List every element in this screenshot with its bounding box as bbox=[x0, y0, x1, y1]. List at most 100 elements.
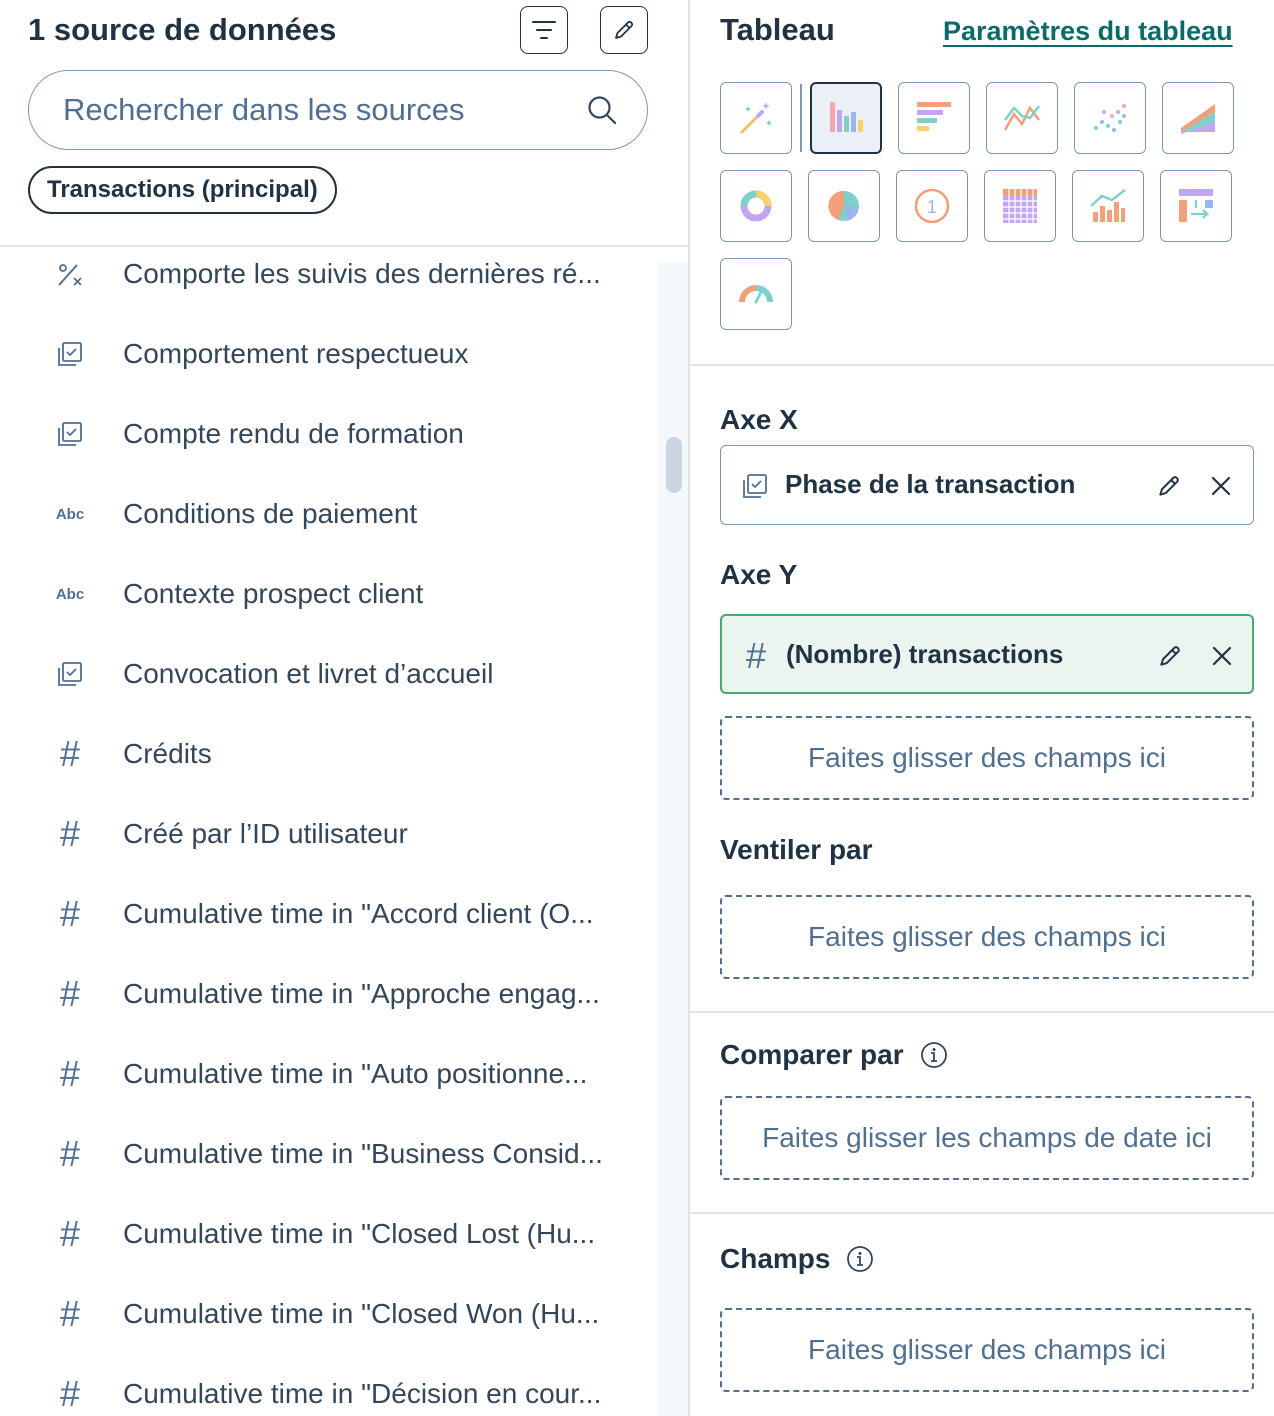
text-icon: Abc bbox=[55, 585, 85, 603]
close-icon[interactable] bbox=[1206, 640, 1238, 672]
close-icon[interactable] bbox=[1205, 470, 1237, 502]
field-label: Cumulative time in "Closed Won (Hu... bbox=[123, 1298, 600, 1329]
list-item[interactable]: # Cumulative time in "Business Consid... bbox=[0, 1114, 658, 1194]
field-label: Créé par l’ID utilisateur bbox=[123, 818, 408, 849]
field-label: Contexte prospect client bbox=[123, 578, 424, 609]
scrollbar-thumb[interactable] bbox=[666, 437, 682, 493]
list-item[interactable]: Comporte les suivis des dernières ré... bbox=[0, 247, 658, 314]
field-label: Cumulative time in "Accord client (O... bbox=[123, 898, 594, 929]
chart-type-donut-button[interactable] bbox=[720, 170, 792, 242]
pencil-icon bbox=[615, 20, 634, 39]
text-icon: Abc bbox=[55, 505, 85, 523]
list-item[interactable]: # Cumulative time in "Décision en cour..… bbox=[0, 1354, 658, 1416]
list-item[interactable]: # Crédits bbox=[0, 714, 658, 794]
list-item[interactable]: Compte rendu de formation bbox=[0, 394, 658, 474]
sankey-chart-icon bbox=[1179, 189, 1213, 222]
y-axis-field-pill[interactable]: # (Nombre) transactions bbox=[720, 614, 1254, 694]
info-icon[interactable] bbox=[920, 1041, 948, 1069]
field-label: Comporte les suivis des dernières ré... bbox=[123, 258, 601, 289]
chart-config-panel: Tableau Paramètres du tableau 1 Axe X Ph… bbox=[690, 0, 1274, 1416]
selection-separator bbox=[800, 84, 802, 152]
x-axis-field-pill[interactable]: Phase de la transaction bbox=[720, 445, 1254, 525]
y-axis-label: Axe Y bbox=[720, 559, 798, 590]
filter-icon bbox=[532, 21, 556, 39]
field-label: Cumulative time in "Auto positionne... bbox=[123, 1058, 588, 1089]
chart-type-combo-button[interactable] bbox=[1072, 170, 1144, 242]
list-item[interactable]: # Cumulative time in "Auto positionne... bbox=[0, 1034, 658, 1114]
y-axis-drop-zone[interactable]: Faites glisser des champs ici bbox=[720, 716, 1254, 800]
field-label: Convocation et livret d’accueil bbox=[123, 658, 494, 689]
chart-type-scatter-button[interactable] bbox=[1074, 82, 1146, 154]
compare-drop-zone[interactable]: Faites glisser les champs de date ici bbox=[720, 1096, 1254, 1180]
svg-text:1: 1 bbox=[927, 197, 937, 217]
list-item[interactable]: Comportement respectueux bbox=[0, 314, 658, 394]
compare-section-header: Comparer par bbox=[720, 1039, 948, 1071]
number-icon: # bbox=[59, 1293, 81, 1334]
checkbox-icon bbox=[50, 414, 90, 454]
field-label: Compte rendu de formation bbox=[123, 418, 464, 449]
breakdown-drop-zone[interactable]: Faites glisser des champs ici bbox=[720, 895, 1254, 979]
field-label: Cumulative time in "Business Consid... bbox=[123, 1138, 603, 1169]
field-label: Comportement respectueux bbox=[123, 338, 469, 369]
list-item[interactable]: Abc Conditions de paiement bbox=[0, 474, 658, 554]
percent-icon bbox=[50, 254, 90, 294]
chart-settings-link[interactable]: Paramètres du tableau bbox=[943, 16, 1233, 47]
number-icon: # bbox=[745, 635, 767, 676]
edit-sources-button[interactable] bbox=[600, 6, 648, 54]
list-item[interactable]: # Cumulative time in "Closed Lost (Hu... bbox=[0, 1194, 658, 1274]
fields-drop-zone[interactable]: Faites glisser des champs ici bbox=[720, 1308, 1254, 1392]
x-axis-label: Axe X bbox=[720, 404, 798, 435]
panel-title: 1 source de données bbox=[28, 12, 337, 47]
compare-label: Comparer par bbox=[720, 1039, 904, 1070]
divider bbox=[690, 364, 1274, 366]
chart-type-horizontal-bar-button[interactable] bbox=[898, 82, 970, 154]
info-icon[interactable] bbox=[846, 1245, 874, 1273]
chart-type-gauge-button[interactable] bbox=[720, 258, 792, 330]
field-list: Comporte les suivis des dernières ré... … bbox=[0, 247, 658, 1416]
source-tag[interactable]: Transactions (principal) bbox=[28, 166, 337, 214]
number-icon: # bbox=[59, 813, 81, 854]
chart-type-line-button[interactable] bbox=[986, 82, 1058, 154]
list-item[interactable]: # Créé par l’ID utilisateur bbox=[0, 794, 658, 874]
chart-type-area-button[interactable] bbox=[1162, 82, 1234, 154]
list-item[interactable]: Abc Contexte prospect client bbox=[0, 554, 658, 634]
chart-type-kpi-button[interactable]: 1 bbox=[896, 170, 968, 242]
chart-type-vertical-bar-button[interactable] bbox=[810, 82, 882, 154]
list-item[interactable]: # Cumulative time in "Approche engag... bbox=[0, 954, 658, 1034]
search-box bbox=[28, 70, 648, 150]
search-input[interactable] bbox=[63, 91, 563, 129]
list-item[interactable]: # Cumulative time in "Accord client (O..… bbox=[0, 874, 658, 954]
field-label: Conditions de paiement bbox=[123, 498, 418, 529]
y-axis-field-label: (Nombre) transactions bbox=[786, 639, 1064, 669]
line-chart-icon bbox=[1003, 105, 1040, 131]
number-icon: # bbox=[59, 1213, 81, 1254]
checkbox-icon bbox=[739, 470, 771, 502]
fields-label: Champs bbox=[720, 1243, 831, 1274]
number-icon: # bbox=[59, 973, 81, 1014]
field-label: Cumulative time in "Décision en cour... bbox=[123, 1378, 602, 1409]
horizontal-bar-chart-icon bbox=[917, 102, 951, 131]
scatter-chart-icon bbox=[1094, 104, 1126, 132]
chart-type-pie-button[interactable] bbox=[808, 170, 880, 242]
list-item[interactable]: Convocation et livret d’accueil bbox=[0, 634, 658, 714]
pencil-icon[interactable] bbox=[1153, 470, 1185, 502]
chart-type-magic-button[interactable] bbox=[720, 82, 792, 154]
donut-chart-icon bbox=[740, 190, 772, 222]
list-item[interactable]: # Cumulative time in "Closed Won (Hu... bbox=[0, 1274, 658, 1354]
gauge-chart-icon bbox=[739, 285, 773, 304]
data-sources-panel: 1 source de données Transactions (princi… bbox=[0, 0, 688, 1416]
scrollbar-track[interactable] bbox=[658, 262, 688, 1416]
pencil-icon[interactable] bbox=[1154, 640, 1186, 672]
filter-button[interactable] bbox=[520, 6, 568, 54]
pie-chart-icon bbox=[828, 190, 860, 221]
pivot-table-icon bbox=[1003, 189, 1037, 223]
number-icon: # bbox=[59, 1133, 81, 1174]
divider bbox=[690, 1212, 1274, 1214]
breakdown-label: Ventiler par bbox=[720, 834, 873, 865]
field-label: Cumulative time in "Closed Lost (Hu... bbox=[123, 1218, 596, 1249]
field-label: Cumulative time in "Approche engag... bbox=[123, 978, 600, 1009]
x-axis-field-label: Phase de la transaction bbox=[785, 469, 1076, 499]
chart-type-sankey-button[interactable] bbox=[1160, 170, 1232, 242]
chart-type-pivot-button[interactable] bbox=[984, 170, 1056, 242]
search-icon[interactable] bbox=[587, 95, 617, 125]
